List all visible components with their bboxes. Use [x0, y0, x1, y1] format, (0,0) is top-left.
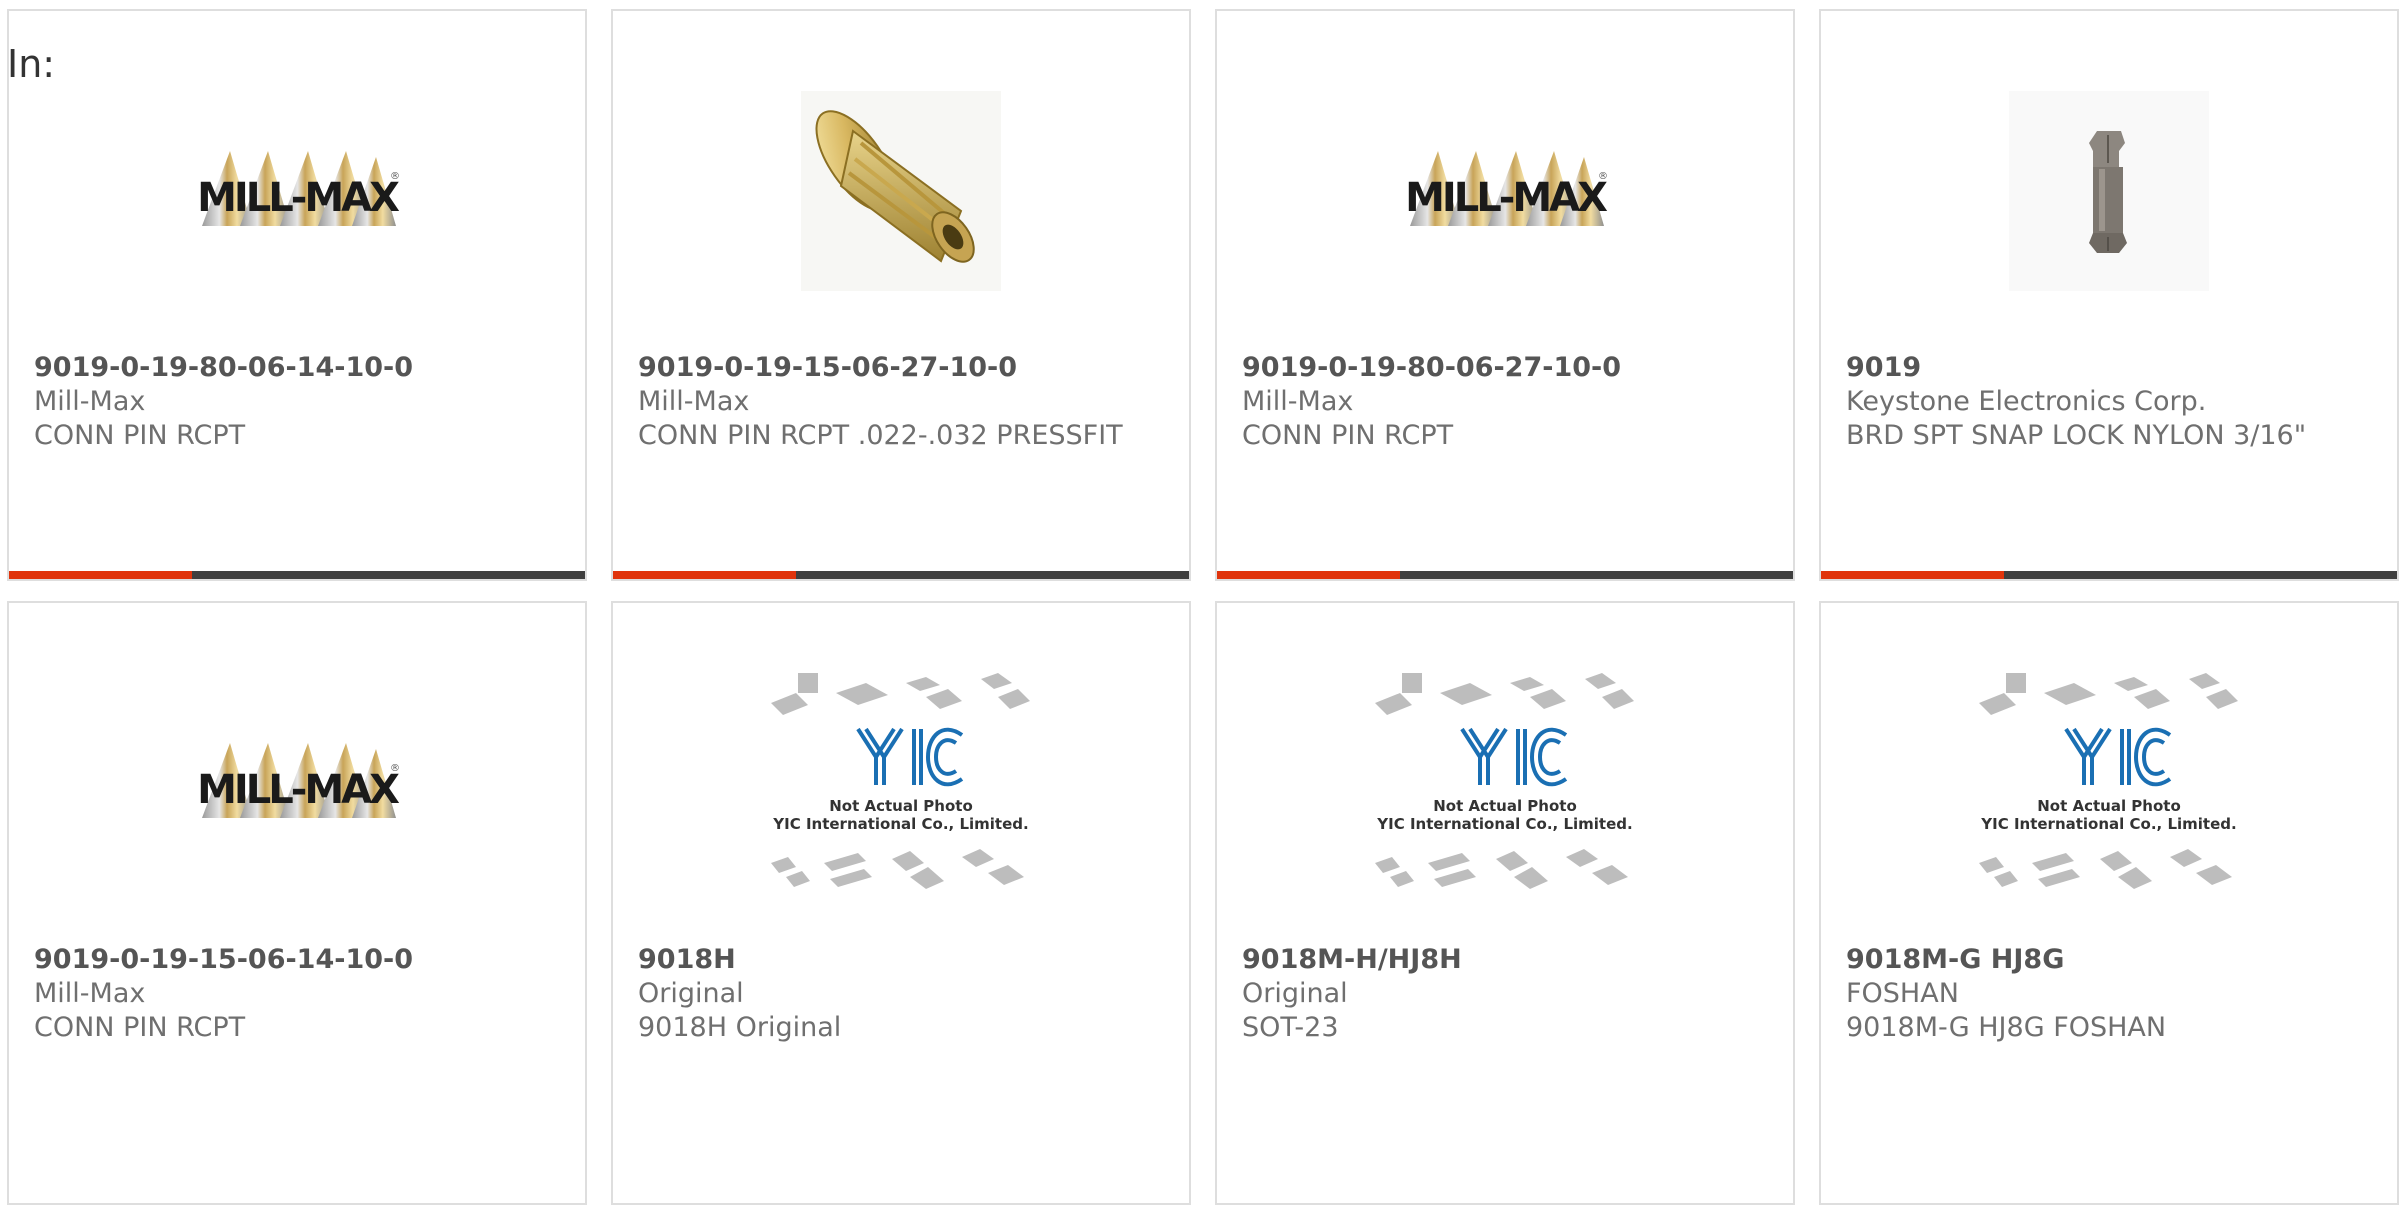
card-footer-accent [1217, 571, 1400, 579]
product-card[interactable]: 9019-0-19-15-06-27-10-0 Mill-Max CONN PI… [611, 9, 1191, 581]
part-number-link[interactable]: 9019-0-19-15-06-27-10-0 [638, 351, 1164, 385]
product-card[interactable]: Not Actual Photo YIC International Co., … [611, 601, 1191, 1205]
yic-caption-line1: Not Actual Photo [829, 797, 973, 815]
part-number-link[interactable]: 9018M-G HJ8G [1846, 943, 2372, 977]
card-footer-accent [1821, 571, 2004, 579]
part-number-link[interactable]: 9019-0-19-80-06-14-10-0 [34, 351, 560, 385]
product-thumbnail[interactable] [1821, 81, 2397, 301]
yic-caption-line1: Not Actual Photo [2037, 797, 2181, 815]
product-info: 9019 Keystone Electronics Corp. BRD SPT … [1846, 351, 2372, 453]
description: CONN PIN RCPT [34, 1012, 246, 1043]
description: SOT-23 [1242, 1012, 1339, 1043]
description: BRD SPT SNAP LOCK NYLON 3/16" [1846, 420, 2307, 451]
in-label: In: [7, 42, 56, 86]
description: 9018H Original [638, 1012, 842, 1043]
yic-caption-line2: YIC International Co., Limited. [773, 815, 1029, 833]
description: CONN PIN RCPT [1242, 420, 1454, 451]
product-info: 9018M-H/HJ8H Original SOT-23 [1242, 943, 1768, 1045]
card-footer-accent [613, 571, 796, 579]
millmax-logo-icon: MILL-MAX ® [1400, 141, 1610, 241]
nylon-snap-lock-icon [2009, 91, 2209, 291]
product-info: 9019-0-19-15-06-27-10-0 Mill-Max CONN PI… [638, 351, 1164, 453]
yic-placeholder-icon: Not Actual Photo YIC International Co., … [1974, 663, 2244, 903]
manufacturer: FOSHAN [1846, 978, 1959, 1009]
part-number-link[interactable]: 9019-0-19-80-06-27-10-0 [1242, 351, 1768, 385]
registered-mark: ® [1598, 171, 1608, 182]
product-thumbnail[interactable]: MILL-MAX ® [1217, 81, 1793, 301]
product-info: 9018M-G HJ8G FOSHAN 9018M-G HJ8G FOSHAN [1846, 943, 2372, 1045]
yic-caption-line1: Not Actual Photo [1433, 797, 1577, 815]
part-number-link[interactable]: 9019 [1846, 351, 2372, 385]
card-footer-bar [1821, 571, 2397, 579]
millmax-logo-text: MILL-MAX [1405, 175, 1608, 221]
millmax-logo-icon: MILL-MAX ® [192, 733, 402, 833]
product-card[interactable]: MILL-MAX ® 9019-0-19-15-06-14-10-0 Mill-… [7, 601, 587, 1205]
millmax-logo-text: MILL-MAX [197, 175, 400, 221]
card-footer-accent [9, 571, 192, 579]
yic-caption: Not Actual Photo YIC International Co., … [1370, 797, 1640, 833]
gold-pin-receptacle-icon [801, 91, 1001, 291]
registered-mark: ® [390, 171, 400, 182]
part-number-link[interactable]: 9019-0-19-15-06-14-10-0 [34, 943, 560, 977]
product-thumbnail[interactable]: Not Actual Photo YIC International Co., … [1217, 673, 1793, 893]
product-info: 9019-0-19-80-06-14-10-0 Mill-Max CONN PI… [34, 351, 560, 453]
registered-mark: ® [390, 763, 400, 774]
yic-caption: Not Actual Photo YIC International Co., … [766, 797, 1036, 833]
product-grid: MILL-MAX ® 9019-0-19-80-06-14-10-0 Mill-… [7, 9, 2400, 1205]
product-card[interactable]: 9019 Keystone Electronics Corp. BRD SPT … [1819, 9, 2399, 581]
product-thumbnail[interactable]: Not Actual Photo YIC International Co., … [1821, 673, 2397, 893]
millmax-logo-text: MILL-MAX [197, 767, 400, 813]
millmax-logo-icon: MILL-MAX ® [192, 141, 402, 241]
product-card[interactable]: Not Actual Photo YIC International Co., … [1819, 601, 2399, 1205]
part-number-link[interactable]: 9018M-H/HJ8H [1242, 943, 1768, 977]
yic-caption-line2: YIC International Co., Limited. [1981, 815, 2237, 833]
card-footer-bar [9, 571, 585, 579]
card-footer-bar [1217, 571, 1793, 579]
manufacturer: Original [1242, 978, 1348, 1009]
manufacturer: Original [638, 978, 744, 1009]
description: 9018M-G HJ8G FOSHAN [1846, 1012, 2167, 1043]
product-thumbnail[interactable] [613, 81, 1189, 301]
manufacturer: Mill-Max [1242, 386, 1354, 417]
description: CONN PIN RCPT .022-.032 PRESSFIT [638, 420, 1123, 451]
manufacturer: Keystone Electronics Corp. [1846, 386, 2207, 417]
product-thumbnail[interactable]: MILL-MAX ® [9, 673, 585, 893]
yic-placeholder-icon: Not Actual Photo YIC International Co., … [1370, 663, 1640, 903]
product-thumbnail[interactable]: Not Actual Photo YIC International Co., … [613, 673, 1189, 893]
product-info: 9019-0-19-15-06-14-10-0 Mill-Max CONN PI… [34, 943, 560, 1045]
product-card[interactable]: MILL-MAX ® 9019-0-19-80-06-14-10-0 Mill-… [7, 9, 587, 581]
product-info: 9019-0-19-80-06-27-10-0 Mill-Max CONN PI… [1242, 351, 1768, 453]
product-info: 9018H Original 9018H Original [638, 943, 1164, 1045]
product-thumbnail[interactable]: MILL-MAX ® [9, 81, 585, 301]
product-card[interactable]: Not Actual Photo YIC International Co., … [1215, 601, 1795, 1205]
manufacturer: Mill-Max [34, 978, 146, 1009]
product-card[interactable]: MILL-MAX ® 9019-0-19-80-06-27-10-0 Mill-… [1215, 9, 1795, 581]
part-number-link[interactable]: 9018H [638, 943, 1164, 977]
yic-caption-line2: YIC International Co., Limited. [1377, 815, 1633, 833]
yic-placeholder-icon: Not Actual Photo YIC International Co., … [766, 663, 1036, 903]
yic-caption: Not Actual Photo YIC International Co., … [1974, 797, 2244, 833]
card-footer-bar [613, 571, 1189, 579]
manufacturer: Mill-Max [34, 386, 146, 417]
description: CONN PIN RCPT [34, 420, 246, 451]
manufacturer: Mill-Max [638, 386, 750, 417]
